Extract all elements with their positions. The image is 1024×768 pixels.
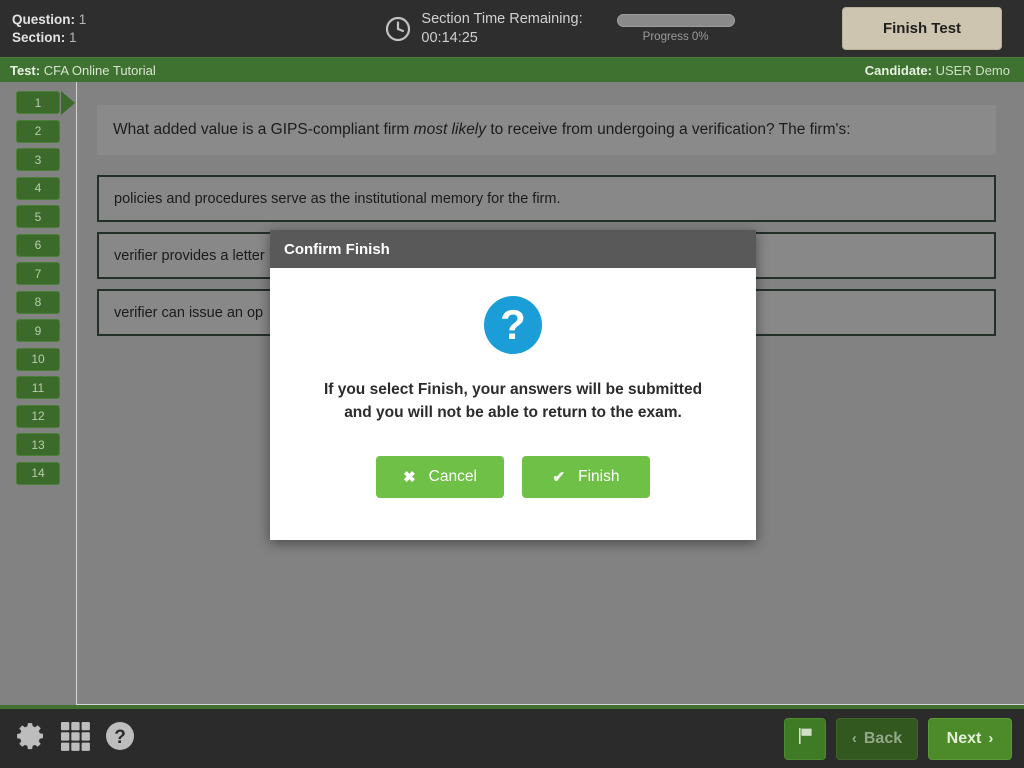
question-nav-item[interactable]: 14 — [16, 461, 60, 485]
dialog-actions: ✖ Cancel ✔ Finish — [376, 456, 650, 498]
test-label: Test: — [10, 62, 41, 78]
chevron-right-icon: › — [988, 730, 994, 747]
question-nav-item-label: 3 — [34, 152, 42, 167]
question-nav-item-label: 4 — [34, 181, 42, 195]
bottom-toolbar: ? ‹ Back Next › — [0, 709, 1024, 768]
test-value: CFA Online Tutorial — [43, 62, 156, 78]
section-info-row: Section: 1 — [12, 29, 300, 47]
gear-icon[interactable] — [16, 721, 46, 756]
header-center: Section Time Remaining: 00:14:25 Progres… — [300, 10, 820, 48]
timer-value: 00:14:25 — [421, 29, 478, 46]
question-text-part1: What added value is a GIPS-compliant fir… — [113, 121, 414, 138]
question-info-row: Question: 1 — [12, 11, 300, 29]
question-nav-item-label: 8 — [34, 295, 42, 309]
question-nav-item-label: 1 — [34, 95, 42, 110]
question-text-emphasis: most likely — [413, 121, 487, 138]
progress-indicator: Progress 0% — [616, 14, 735, 43]
dialog-body: ? If you select Finish, your answers wil… — [270, 268, 756, 540]
question-nav-item-label: 14 — [31, 466, 45, 480]
question-mark-icon: ? — [484, 296, 542, 354]
test-name-group: Test: CFA Online Tutorial — [0, 63, 156, 78]
chevron-left-icon: ‹ — [851, 730, 857, 747]
finish-button[interactable]: ✔ Finish — [522, 456, 650, 498]
question-nav-item[interactable]: 10 — [16, 347, 60, 371]
section-label: Section: — [12, 29, 66, 45]
answer-option-text: verifier can issue an op — [114, 304, 264, 321]
question-nav-item[interactable]: 1 — [16, 91, 75, 115]
finish-test-button[interactable]: Finish Test — [842, 7, 1002, 50]
question-nav-item[interactable]: 11 — [16, 376, 60, 399]
dialog-title: Confirm Finish — [284, 240, 390, 258]
cancel-button[interactable]: ✖ Cancel — [376, 456, 504, 498]
dialog-title-bar: Confirm Finish — [270, 230, 756, 268]
candidate-label: Candidate: — [864, 62, 932, 78]
question-text-part2: to receive from undergoing a verificatio… — [486, 121, 851, 138]
timer-text: Section Time Remaining: 00:14:25 — [421, 10, 582, 48]
progress-bar-track — [616, 14, 735, 27]
question-label: Question: — [12, 11, 75, 27]
question-nav-item[interactable]: 13 — [16, 433, 60, 456]
candidate-group: Candidate: USER Demo — [865, 63, 1024, 78]
dialog-message: If you select Finish, your answers will … — [324, 378, 702, 424]
question-nav-item[interactable]: 2 — [16, 119, 60, 143]
dialog-message-line1: If you select Finish, your answers will … — [323, 381, 703, 398]
confirm-finish-dialog: Confirm Finish ? If you select Finish, y… — [270, 230, 756, 540]
question-section-info: Question: 1 Section: 1 — [0, 11, 300, 47]
test-info-bar: Test: CFA Online Tutorial Candidate: USE… — [0, 57, 1024, 82]
exam-application: Question: 1 Section: 1 Section Time Rema… — [0, 0, 1024, 768]
top-header: Question: 1 Section: 1 Section Time Rema… — [0, 0, 1024, 57]
dialog-message-line2: and you will not be able to return to th… — [344, 404, 682, 421]
footer-navigation: ‹ Back Next › — [784, 717, 1024, 760]
question-nav-item[interactable]: 6 — [16, 233, 60, 257]
question-value: 1 — [78, 11, 87, 27]
close-icon: ✖ — [403, 469, 416, 486]
flag-question-button[interactable] — [784, 717, 826, 760]
question-nav-item-label: 5 — [34, 209, 42, 224]
answer-option-text: verifier provides a letter — [114, 247, 265, 264]
header-right: Finish Test — [820, 7, 1024, 50]
question-nav-item[interactable]: 12 — [16, 404, 60, 428]
footer-tools: ? — [0, 721, 135, 757]
clock-icon — [385, 16, 411, 42]
question-nav-item-label: 12 — [31, 409, 45, 423]
question-nav-item[interactable]: 9 — [16, 319, 60, 342]
help-icon[interactable]: ? — [105, 721, 135, 756]
answer-option[interactable]: policies and procedures serve as the ins… — [97, 175, 996, 222]
question-nav-item-label: 6 — [34, 238, 42, 252]
question-nav-item[interactable]: 8 — [16, 290, 60, 314]
question-nav-item-label: 9 — [34, 323, 42, 338]
question-nav-item-label: 13 — [31, 437, 45, 452]
section-value: 1 — [69, 29, 77, 45]
question-nav-item[interactable]: 5 — [16, 205, 60, 228]
grid-icon[interactable] — [60, 721, 91, 757]
section-timer: Section Time Remaining: 00:14:25 — [385, 10, 583, 48]
next-label: Next — [946, 729, 982, 747]
question-nav-item[interactable]: 7 — [16, 262, 60, 285]
question-nav-item-label: 11 — [31, 380, 45, 395]
question-nav-item-label: 2 — [34, 124, 42, 138]
back-label: Back — [863, 729, 903, 747]
progress-label: Progress 0% — [642, 31, 709, 43]
question-nav-item[interactable]: 4 — [16, 176, 60, 200]
cancel-label: Cancel — [428, 468, 477, 485]
question-text: What added value is a GIPS-compliant fir… — [97, 105, 996, 155]
candidate-value: USER Demo — [935, 62, 1010, 78]
back-button[interactable]: ‹ Back — [836, 717, 918, 760]
question-navigator: 1 2 3 4 5 6 7 8 9 10 11 12 13 14 — [0, 82, 76, 705]
answer-option-text: policies and procedures serve as the ins… — [114, 190, 561, 207]
question-nav-item-label: 7 — [34, 266, 42, 281]
question-nav-item-label: 10 — [31, 352, 45, 366]
check-icon: ✔ — [552, 469, 566, 486]
timer-label: Section Time Remaining: — [421, 10, 583, 27]
svg-text:?: ? — [114, 727, 126, 748]
finish-label: Finish — [578, 468, 620, 485]
flag-icon — [795, 726, 815, 751]
next-button[interactable]: Next › — [928, 717, 1012, 760]
question-nav-item[interactable]: 3 — [16, 148, 60, 171]
